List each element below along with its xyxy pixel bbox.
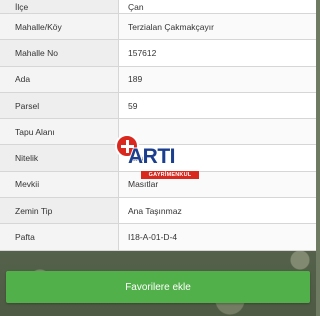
table-row: Mahalle/Köy Terzialan Çakmakçayır	[0, 13, 316, 41]
brand-wordmark: ARTI	[128, 145, 176, 168]
table-row: İlçe Çan	[0, 0, 316, 14]
row-label: Parsel	[0, 92, 119, 120]
row-value: 59	[118, 92, 316, 120]
row-value: I18-A-01-D-4	[118, 223, 316, 251]
add-to-favorites-button[interactable]: Favorilere ekle	[6, 271, 310, 303]
table-row: Mahalle No 157612	[0, 39, 316, 67]
row-label: Mahalle No	[0, 39, 119, 67]
parcel-info-table: İlçe Çan Mahalle/Köy Terzialan Çakmakçay…	[0, 0, 316, 251]
table-row: Ada 189	[0, 66, 316, 93]
row-label: Zemin Tip	[0, 197, 119, 225]
row-value: Terzialan Çakmakçayır	[118, 13, 316, 41]
brand-tagline: GAYRİMENKUL	[141, 171, 199, 179]
table-row: Parsel 59	[0, 92, 316, 120]
brand-watermark-logo: ARTI GAYRİMENKUL	[115, 134, 201, 186]
row-label: Nitelik	[0, 144, 119, 172]
row-label: Pafta	[0, 223, 119, 251]
row-label: Tapu Alanı	[0, 118, 119, 146]
row-label: İlçe	[0, 0, 119, 14]
table-row: Pafta I18-A-01-D-4	[0, 223, 316, 251]
row-value: 189	[118, 66, 316, 93]
row-label: Mevkii	[0, 171, 119, 199]
row-label: Mahalle/Köy	[0, 13, 119, 41]
row-value: Çan	[118, 0, 316, 14]
table-row: Zemin Tip Ana Taşınmaz	[0, 197, 316, 225]
row-label: Ada	[0, 66, 119, 93]
row-value: Ana Taşınmaz	[118, 197, 316, 225]
row-value: 157612	[118, 39, 316, 67]
